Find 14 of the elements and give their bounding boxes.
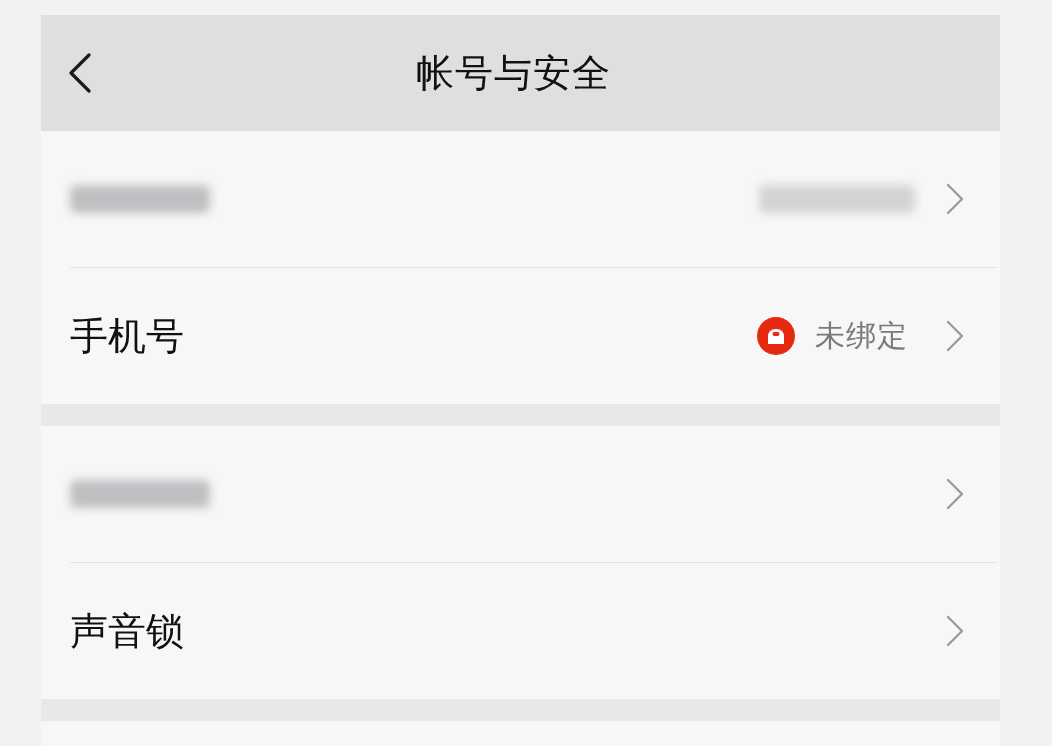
settings-row[interactable]	[41, 131, 1000, 267]
row-label: 手机号	[70, 317, 184, 355]
settings-row[interactable]: 声音锁	[41, 563, 1000, 699]
settings-row[interactable]	[41, 426, 1000, 562]
page-title: 帐号与安全	[416, 54, 611, 92]
row-label: 声音锁	[70, 612, 184, 650]
chevron-right-icon	[945, 320, 965, 352]
back-icon	[68, 53, 92, 93]
chevron-right-icon	[945, 478, 965, 510]
settings-row[interactable]: 手机号 未绑定	[41, 268, 1000, 404]
chevron-right-icon	[945, 183, 965, 215]
chevron-right-icon	[945, 615, 965, 647]
back-button[interactable]	[68, 53, 92, 93]
row-value: 未绑定	[815, 321, 908, 351]
